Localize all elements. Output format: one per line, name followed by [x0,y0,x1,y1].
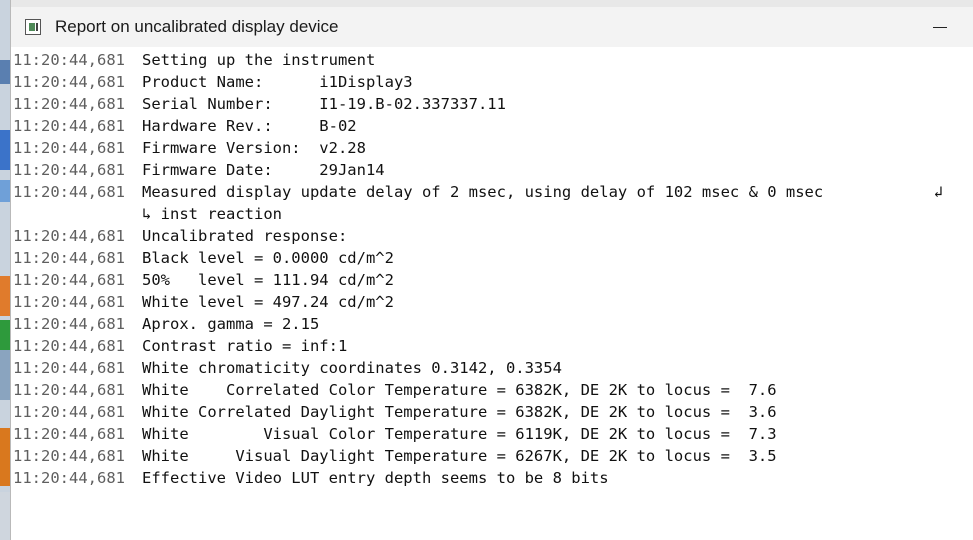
log-line: 11:20:44,681 Hardware Rev.: B-02 [11,115,973,137]
log-line: 11:20:44,681 Contrast ratio = inf:1 [11,335,973,357]
log-text-area[interactable]: 11:20:44,681 Setting up the instrument 11… [11,49,973,540]
log-message: Uncalibrated response: [142,227,348,245]
log-line: 11:20:44,681 50% level = 111.94 cd/m^2 [11,269,973,291]
log-timestamp: 11:20:44,681 [13,469,125,487]
report-window: Report on uncalibrated display device 11… [10,0,973,540]
window-title: Report on uncalibrated display device [55,17,339,36]
log-message: Product Name: i1Display3 [142,73,413,91]
log-timestamp: 11:20:44,681 [13,425,125,443]
log-line: 11:20:44,681 Black level = 0.0000 cd/m^2 [11,247,973,269]
log-timestamp: 11:20:44,681 [13,227,125,245]
log-line: 11:20:44,681 White Correlated Color Tempe… [11,379,973,401]
log-line: 11:20:44,681 White chromaticity coordinat… [11,357,973,379]
log-message: Measured display update delay of 2 msec,… [142,183,824,201]
log-line: 11:20:44,681 Firmware Date: 29Jan14 [11,159,973,181]
title-bar[interactable]: Report on uncalibrated display device [11,7,973,47]
log-line: 11:20:44,681 White Visual Daylight Temper… [11,445,973,467]
log-message: White Correlated Daylight Temperature = … [142,403,777,421]
log-line: 11:20:44,681 Uncalibrated response: [11,225,973,247]
log-line: 11:20:44,681 Firmware Version: v2.28 [11,137,973,159]
background-window-edge [11,0,973,7]
log-message: Contrast ratio = inf:1 [142,337,348,355]
log-timestamp: 11:20:44,681 [13,51,125,69]
log-line: 11:20:44,681 Setting up the instrument [11,49,973,71]
log-message: Aprox. gamma = 2.15 [142,315,320,333]
log-timestamp: 11:20:44,681 [13,117,125,135]
log-timestamp: 11:20:44,681 [13,139,125,157]
log-line: 11:20:44,681 Product Name: i1Display3 [11,71,973,93]
log-timestamp: 11:20:44,681 [13,95,125,113]
log-timestamp: 11:20:44,681 [13,337,125,355]
log-message: 50% level = 111.94 cd/m^2 [142,271,394,289]
log-message: Effective Video LUT entry depth seems to… [142,469,609,487]
log-line: 11:20:44,681 Measured display update dela… [11,181,973,203]
log-message: Firmware Version: v2.28 [142,139,366,157]
log-line: 11:20:44,681 White Correlated Daylight Te… [11,401,973,423]
log-timestamp: 11:20:44,681 [13,293,125,311]
minimize-button[interactable] [925,15,955,39]
log-timestamp: 11:20:44,681 [13,249,125,267]
log-message: White Correlated Color Temperature = 638… [142,381,777,399]
log-message: Serial Number: I1-19.B-02.337337.11 [142,95,506,113]
log-message: Hardware Rev.: B-02 [142,117,357,135]
log-line: 11:20:44,681 White level = 497.24 cd/m^2 [11,291,973,313]
log-line-continuation: ↳ inst reaction [11,203,973,225]
log-message: White Visual Daylight Temperature = 6267… [142,447,777,465]
log-timestamp: 11:20:44,681 [13,271,125,289]
log-message: White level = 497.24 cd/m^2 [142,293,394,311]
log-timestamp [11,203,142,225]
log-message: White chromaticity coordinates 0.3142, 0… [142,359,562,377]
log-line: 11:20:44,681 Aprox. gamma = 2.15 [11,313,973,335]
app-icon [25,19,41,35]
log-timestamp: 11:20:44,681 [13,447,125,465]
log-line: 11:20:44,681 Effective Video LUT entry de… [11,467,973,489]
minimize-icon [933,26,947,28]
line-wrap-icon: ↲ [933,183,943,201]
log-timestamp: 11:20:44,681 [13,73,125,91]
log-message: ↳ inst reaction [142,205,282,223]
log-timestamp: 11:20:44,681 [13,315,125,333]
log-line: 11:20:44,681 White Visual Color Temperatu… [11,423,973,445]
log-message: White Visual Color Temperature = 6119K, … [142,425,777,443]
log-timestamp: 11:20:44,681 [13,403,125,421]
log-line: 11:20:44,681 Serial Number: I1-19.B-02.33… [11,93,973,115]
log-timestamp: 11:20:44,681 [13,183,125,201]
log-timestamp: 11:20:44,681 [13,161,125,179]
log-timestamp: 11:20:44,681 [13,359,125,377]
log-message: Setting up the instrument [142,51,376,69]
log-message: Black level = 0.0000 cd/m^2 [142,249,394,267]
log-message: Firmware Date: 29Jan14 [142,161,385,179]
log-timestamp: 11:20:44,681 [13,381,125,399]
